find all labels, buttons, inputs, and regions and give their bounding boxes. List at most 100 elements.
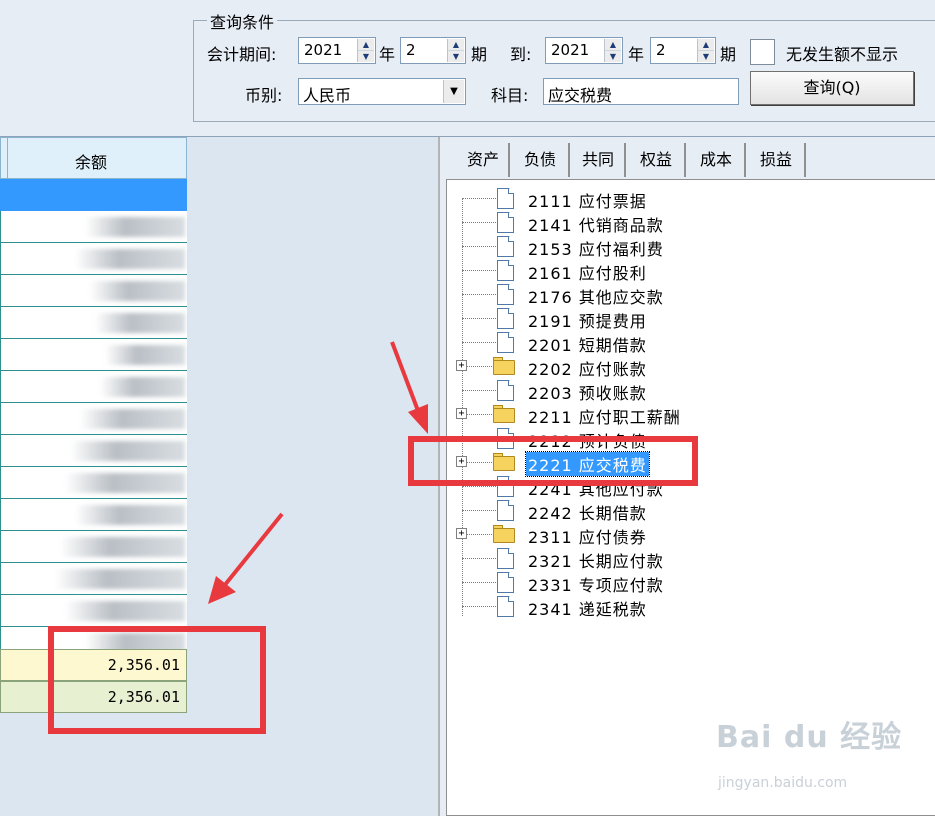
table-row[interactable] <box>0 371 187 403</box>
balance-column-header[interactable]: 余额 <box>0 137 187 180</box>
from-year-spinner[interactable]: 2021 ▲ ▼ <box>298 37 376 64</box>
row-edge <box>0 243 1 275</box>
spin-buttons[interactable]: ▲ ▼ <box>604 39 621 62</box>
spin-buttons[interactable]: ▲ ▼ <box>697 39 714 62</box>
table-row[interactable] <box>0 531 187 563</box>
row-edge <box>0 499 1 531</box>
tree-node-label: 2161 应付股利 <box>528 264 647 283</box>
spin-down-icon[interactable]: ▼ <box>605 50 621 61</box>
tree-connector <box>462 414 496 415</box>
spin-down-icon[interactable]: ▼ <box>448 50 464 61</box>
tree-node[interactable]: 2341 递延税款 <box>447 594 867 619</box>
currency-select[interactable]: 人民币 ▼ <box>298 78 466 105</box>
file-fold <box>508 284 514 290</box>
tab-assets[interactable]: 资产 <box>458 143 510 177</box>
spin-down-icon[interactable]: ▼ <box>698 50 714 61</box>
row-edge <box>0 339 1 371</box>
tree-connector <box>462 534 496 535</box>
tree-node[interactable]: 2331 专项应付款 <box>447 570 867 595</box>
tab-liabilities[interactable]: 负债 <box>512 143 570 177</box>
file-fold <box>508 236 514 242</box>
tree-node[interactable]: +2211 应付职工薪酬 <box>447 402 867 427</box>
spin-buttons[interactable]: ▲ ▼ <box>357 39 374 62</box>
tree-node[interactable]: 2153 应付福利费 <box>447 234 867 259</box>
to-label: 到: <box>510 45 532 64</box>
tree-node[interactable]: 2201 短期借款 <box>447 330 867 355</box>
tree-connector <box>462 390 496 391</box>
table-row[interactable] <box>0 243 187 275</box>
table-row[interactable] <box>0 563 187 595</box>
currency-label: 币别: <box>245 86 283 105</box>
blurred-value <box>75 505 185 525</box>
table-row[interactable] <box>0 595 187 627</box>
file-fold <box>508 188 514 194</box>
spin-up-icon[interactable]: ▲ <box>448 39 464 50</box>
tree-node[interactable]: 2242 长期借款 <box>447 498 867 523</box>
tree-node[interactable]: 2141 代销商品款 <box>447 210 867 235</box>
tree-node[interactable]: 2161 应付股利 <box>447 258 867 283</box>
plus-expander-icon[interactable]: + <box>456 528 467 539</box>
tree-node[interactable]: 2321 长期应付款 <box>447 546 867 571</box>
query-button[interactable]: 查询(Q) <box>750 71 914 105</box>
dropdown-arrow-icon[interactable]: ▼ <box>443 80 464 103</box>
row-edge <box>0 435 1 467</box>
plus-expander-icon[interactable]: + <box>456 360 467 371</box>
year-label: 年 <box>379 45 396 64</box>
plus-expander-icon[interactable]: + <box>456 408 467 419</box>
tab-profit-loss[interactable]: 损益 <box>748 143 806 177</box>
period-label: 会计期间: <box>207 45 277 64</box>
folder-icon <box>493 528 515 543</box>
from-year-value: 2021 <box>304 41 343 59</box>
tree-connector <box>462 558 496 559</box>
blurred-value <box>80 409 185 429</box>
table-row[interactable] <box>0 275 187 307</box>
tree-node[interactable]: 2203 预收账款 <box>447 378 867 403</box>
hide-zero-label: 无发生额不显示 <box>786 45 899 64</box>
table-row[interactable] <box>0 467 187 499</box>
folder-icon <box>493 408 515 423</box>
spin-down-icon[interactable]: ▼ <box>358 50 374 61</box>
file-fold <box>508 308 514 314</box>
blurred-value <box>70 441 185 461</box>
blurred-value <box>95 313 185 333</box>
tab-equity[interactable]: 权益 <box>628 143 686 177</box>
query-panel: 查询条件 会计期间: 2021 ▲ ▼ 年 2 ▲ ▼ 期 到: 2021 ▲ … <box>0 0 935 137</box>
table-row[interactable] <box>0 211 187 243</box>
blurred-value <box>65 601 185 621</box>
table-row[interactable] <box>0 403 187 435</box>
hide-zero-checkbox[interactable] <box>750 39 775 65</box>
subject-input[interactable]: 应交税费 <box>543 78 739 105</box>
tree-node-label: 2191 预提费用 <box>528 312 647 331</box>
table-row[interactable] <box>0 435 187 467</box>
blurred-value <box>105 345 185 365</box>
query-legend: 查询条件 <box>207 9 278 33</box>
tree-node[interactable]: +2311 应付债券 <box>447 522 867 547</box>
tree-node[interactable]: 2111 应付票据 <box>447 186 867 211</box>
table-row[interactable] <box>0 307 187 339</box>
tree-node-label: 2203 预收账款 <box>528 384 647 403</box>
to-period-suffix-label: 期 <box>720 45 737 64</box>
spin-buttons[interactable]: ▲ ▼ <box>447 39 464 62</box>
tab-cost[interactable]: 成本 <box>688 143 746 177</box>
table-row[interactable] <box>0 339 187 371</box>
to-year-spinner[interactable]: 2021 ▲ ▼ <box>545 37 623 64</box>
tree-connector <box>462 294 496 295</box>
from-month-spinner[interactable]: 2 ▲ ▼ <box>400 37 466 64</box>
spin-up-icon[interactable]: ▲ <box>698 39 714 50</box>
tree-node[interactable]: 2176 其他应交款 <box>447 282 867 307</box>
tree-node[interactable]: 2191 预提费用 <box>447 306 867 331</box>
spin-up-icon[interactable]: ▲ <box>605 39 621 50</box>
spin-up-icon[interactable]: ▲ <box>358 39 374 50</box>
tree-node-label: 2141 代销商品款 <box>528 216 664 235</box>
blurred-value <box>85 217 185 237</box>
row-edge <box>0 563 1 595</box>
file-fold <box>508 380 514 386</box>
folder-icon <box>493 360 515 375</box>
blurred-value <box>55 569 185 589</box>
tab-common[interactable]: 共同 <box>572 143 626 177</box>
table-row[interactable] <box>0 499 187 531</box>
to-year-value: 2021 <box>551 41 590 59</box>
to-month-spinner[interactable]: 2 ▲ ▼ <box>650 37 716 64</box>
selected-row[interactable] <box>0 179 187 211</box>
tree-node[interactable]: +2202 应付账款 <box>447 354 867 379</box>
